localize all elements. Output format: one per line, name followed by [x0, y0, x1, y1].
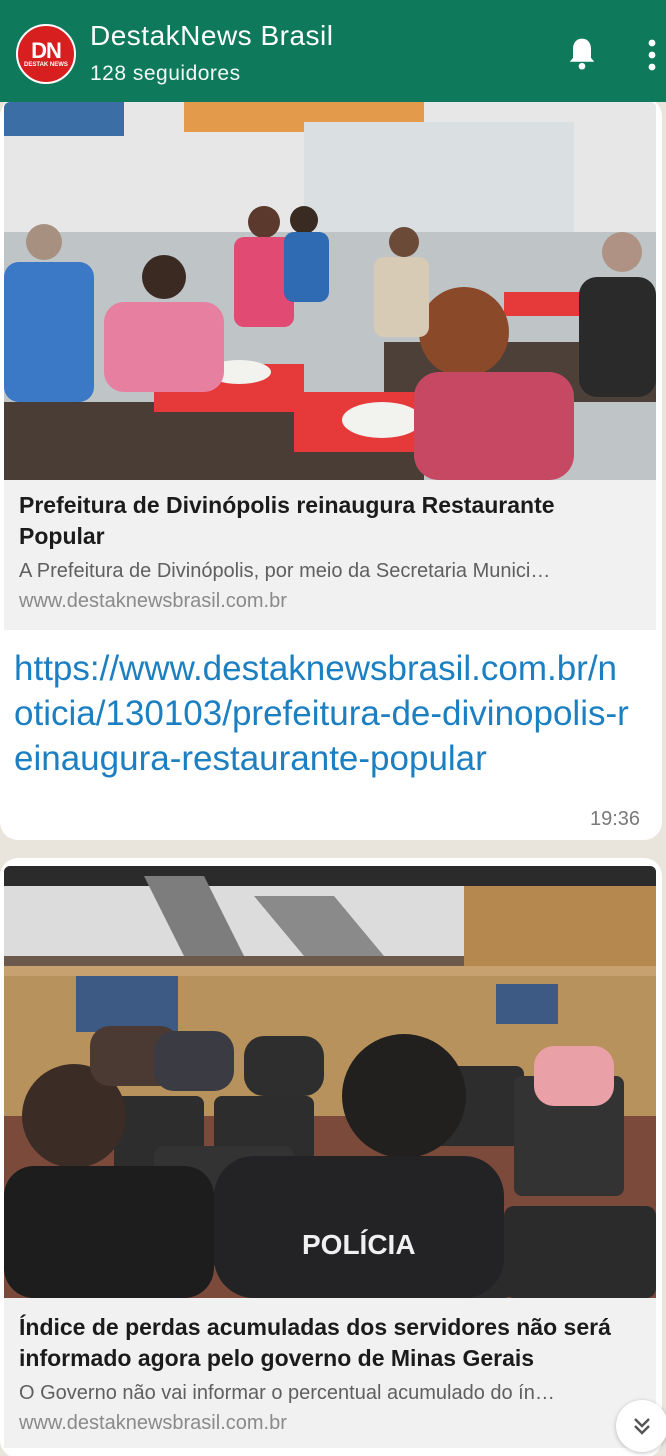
followers-count: 128 seguidores — [90, 62, 241, 85]
message-card[interactable]: Prefeitura de Divinópolis reinaugura Res… — [0, 98, 662, 840]
preview-description: O Governo não vai informar o percentual … — [19, 1382, 555, 1404]
link-preview[interactable]: Prefeitura de Divinópolis reinaugura Res… — [4, 480, 656, 630]
message-time: 19:36 — [590, 808, 641, 830]
channel-header: DN DESTAK NEWS DestakNews Brasil 128 seg… — [0, 0, 666, 102]
news-photo-assembly[interactable]: POLÍCIA — [4, 866, 656, 1298]
article-link[interactable]: https://www.destaknewsbrasil.com.br/noti… — [14, 646, 634, 781]
scroll-to-bottom-button[interactable] — [616, 1400, 666, 1452]
avatar-small-text: DESTAK NEWS — [24, 61, 68, 68]
preview-domain: www.destaknewsbrasil.com.br — [19, 590, 287, 612]
more-options-icon[interactable] — [642, 38, 662, 72]
message-card[interactable]: POLÍCIA Índice de perdas acumuladas dos … — [0, 858, 662, 1456]
preview-title: Prefeitura de Divinópolis reinaugura Res… — [19, 492, 555, 549]
news-photo-restaurant[interactable] — [4, 102, 656, 480]
preview-title: Índice de perdas acumuladas dos servidor… — [19, 1314, 611, 1371]
shirt-text: POLÍCIA — [302, 1229, 416, 1260]
avatar-letters: DN — [31, 37, 62, 63]
bell-icon[interactable] — [566, 36, 598, 72]
channel-avatar[interactable]: DN DESTAK NEWS — [16, 24, 76, 84]
preview-description: A Prefeitura de Divinópolis, por meio da… — [19, 560, 551, 582]
preview-domain: www.destaknewsbrasil.com.br — [19, 1412, 287, 1434]
scroll-down-icon — [634, 1418, 650, 1435]
link-preview[interactable]: Índice de perdas acumuladas dos servidor… — [4, 1298, 656, 1448]
channel-name[interactable]: DestakNews Brasil — [90, 20, 333, 52]
